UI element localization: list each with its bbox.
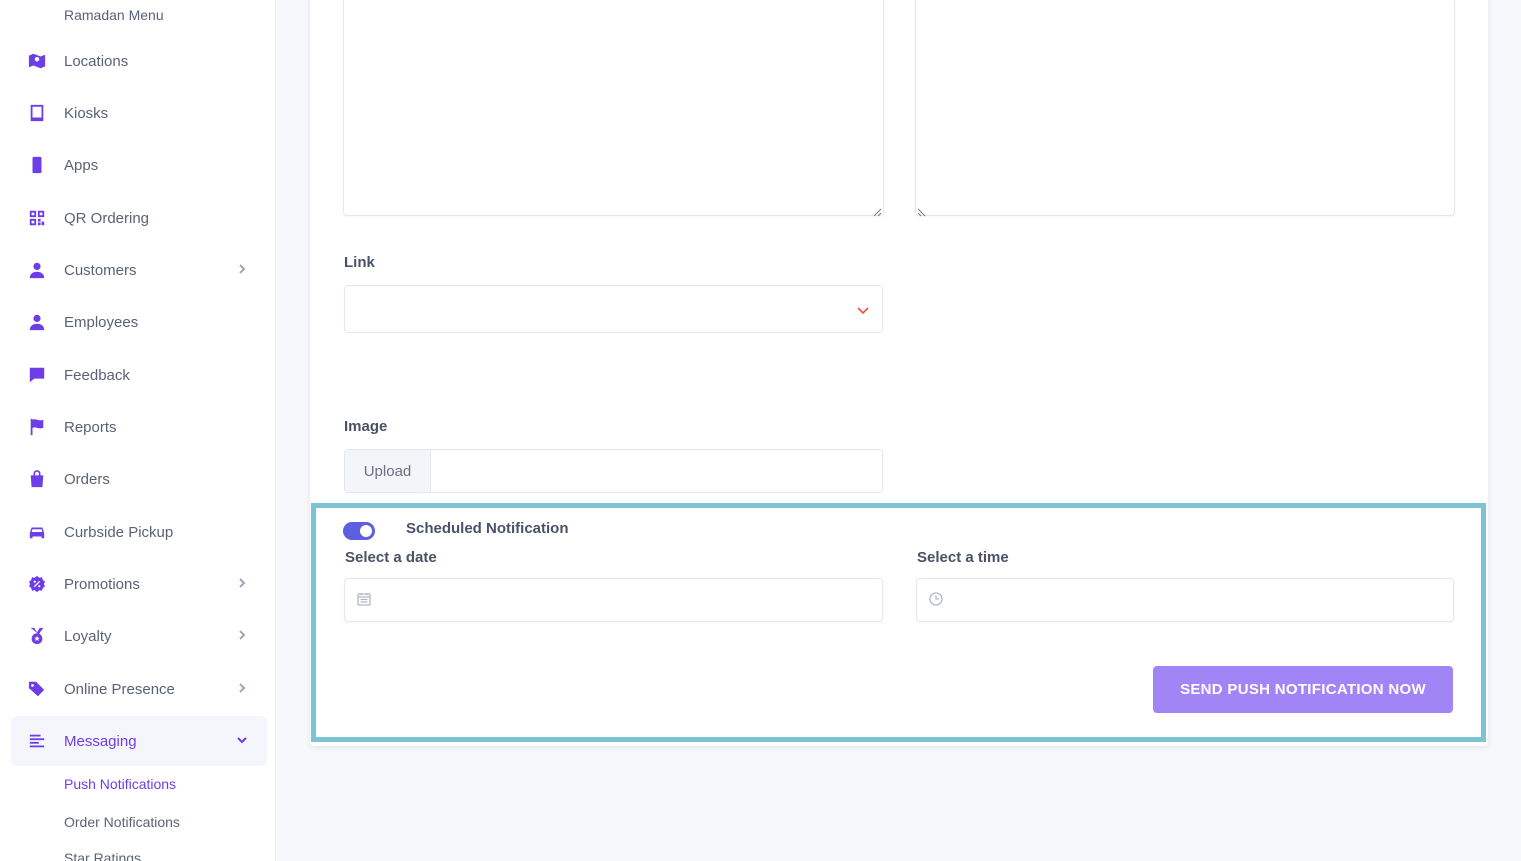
upload-button[interactable]: Upload (345, 450, 431, 492)
chevron-down-icon (235, 733, 249, 747)
image-label: Image (344, 418, 388, 435)
sidebar-item-label: Online Presence (64, 680, 175, 698)
medal-icon (27, 626, 47, 646)
scheduled-notification-toggle[interactable] (343, 522, 375, 540)
time-label: Select a time (917, 549, 1009, 566)
sidebar-item-label: Employees (64, 313, 139, 331)
chat-bubble-icon (27, 365, 47, 385)
sidebar-item-label: Promotions (64, 575, 140, 593)
sidebar-subitem-ramadan-menu[interactable]: Ramadan Menu (64, 7, 164, 23)
phone-icon (27, 155, 47, 175)
resize-handle-icon[interactable] (872, 204, 882, 217)
sidebar-item-feedback[interactable]: Feedback (11, 350, 267, 400)
sidebar-item-promotions[interactable]: Promotions (11, 559, 267, 609)
time-input[interactable] (916, 578, 1454, 622)
sidebar-subitem-star-ratings[interactable]: Star Ratings (64, 850, 141, 861)
map-icon (27, 51, 47, 71)
sidebar-item-label: Feedback (64, 366, 130, 384)
list-icon (27, 731, 47, 751)
chevron-right-icon (235, 576, 249, 590)
sidebar-item-label: QR Ordering (64, 209, 150, 227)
toggle-knob (360, 525, 372, 537)
chevron-right-icon (235, 262, 249, 276)
sidebar-item-apps[interactable]: Apps (11, 140, 267, 190)
resize-handle-icon[interactable] (917, 204, 927, 217)
tags-icon (27, 679, 47, 699)
sidebar-item-label: Loyalty (64, 627, 112, 645)
sidebar-item-loyalty[interactable]: Loyalty (11, 611, 267, 661)
chevron-right-icon (235, 628, 249, 642)
percent-badge-icon (27, 574, 47, 594)
flag-icon (27, 417, 47, 437)
calendar-icon (357, 592, 373, 608)
sidebar-item-employees[interactable]: Employees (11, 297, 267, 347)
message-textarea[interactable] (343, 0, 884, 217)
chevron-right-icon (235, 681, 249, 695)
preview-textarea[interactable] (915, 0, 1455, 217)
sidebar-item-qr-ordering[interactable]: QR Ordering (11, 193, 267, 243)
sidebar-item-label: Reports (64, 418, 117, 436)
sidebar-item-curbside-pickup[interactable]: Curbside Pickup (11, 507, 267, 557)
chevron-down-icon (856, 303, 870, 317)
sidebar: Ramadan Menu Locations Kiosks Apps QR Or… (0, 0, 276, 861)
link-label: Link (344, 254, 375, 271)
user-icon (27, 260, 47, 280)
sidebar-item-label: Curbside Pickup (64, 523, 174, 541)
sidebar-item-locations[interactable]: Locations (11, 36, 267, 86)
sidebar-item-customers[interactable]: Customers (11, 245, 267, 295)
sidebar-item-messaging[interactable]: Messaging (11, 716, 267, 766)
shopping-bag-icon (27, 469, 47, 489)
link-select[interactable] (344, 285, 883, 333)
sidebar-item-label: Apps (64, 156, 99, 174)
scheduled-notification-label: Scheduled Notification (406, 520, 569, 537)
send-push-notification-button[interactable]: SEND PUSH NOTIFICATION NOW (1153, 666, 1453, 713)
sidebar-item-online-presence[interactable]: Online Presence (11, 664, 267, 714)
sidebar-item-label: Customers (64, 261, 137, 279)
tablet-icon (27, 103, 47, 123)
sidebar-item-label: Messaging (64, 732, 137, 750)
car-icon (27, 522, 47, 542)
qr-code-icon (27, 208, 47, 228)
sidebar-subitem-order-notifications[interactable]: Order Notifications (64, 814, 180, 830)
date-input[interactable] (344, 578, 883, 622)
sidebar-item-label: Kiosks (64, 104, 109, 122)
sidebar-item-kiosks[interactable]: Kiosks (11, 88, 267, 138)
user-icon (27, 312, 47, 332)
sidebar-item-reports[interactable]: Reports (11, 402, 267, 452)
sidebar-item-label: Orders (64, 470, 110, 488)
sidebar-item-label: Locations (64, 52, 129, 70)
sidebar-item-orders[interactable]: Orders (11, 454, 267, 504)
clock-icon (929, 592, 945, 608)
date-label: Select a date (345, 549, 437, 566)
sidebar-subitem-push-notifications[interactable]: Push Notifications (64, 776, 176, 792)
image-upload-field[interactable]: Upload (344, 449, 883, 493)
